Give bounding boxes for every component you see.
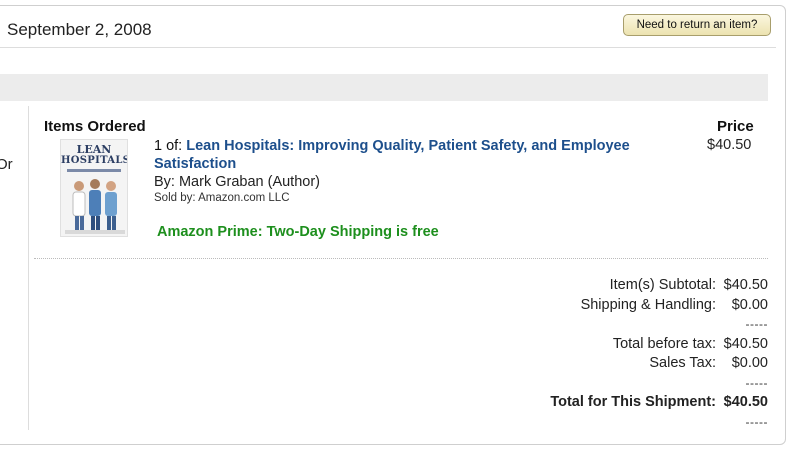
sales-tax-label: Sales Tax: xyxy=(649,355,716,371)
shipment-total-label: Total for This Shipment: xyxy=(550,394,716,410)
price-heading: Price xyxy=(717,118,754,135)
item-title-link[interactable]: Lean Hospitals: Improving Quality, Patie… xyxy=(154,138,630,172)
prime-shipping-note: Amazon Prime: Two-Day Shipping is free xyxy=(157,224,439,240)
order-date: September 2, 2008 xyxy=(7,20,152,39)
subtotal-row: Item(s) Subtotal: $40.50 xyxy=(470,276,768,296)
sales-tax-row: Sales Tax: $0.00 xyxy=(470,354,768,374)
item-title-line: 1 of: Lean Hospitals: Improving Quality,… xyxy=(154,137,634,173)
totals-separator: ----- xyxy=(745,317,768,331)
shipping-value: $0.00 xyxy=(731,296,768,313)
items-ordered-heading: Items Ordered xyxy=(44,118,146,135)
book-cover-image[interactable]: LEAN HOSPITALS xyxy=(60,139,128,237)
shipment-total-row: Total for This Shipment: $40.50 xyxy=(470,393,768,413)
cover-subtitle-bar xyxy=(67,169,121,172)
totals-separator: ----- xyxy=(745,414,768,429)
header-divider xyxy=(0,47,776,48)
items-totals-divider xyxy=(34,258,768,259)
before-tax-label: Total before tax: xyxy=(612,335,716,352)
before-tax-value: $40.50 xyxy=(723,335,768,352)
shipping-label: Shipping & Handling: xyxy=(580,296,716,313)
item-quantity: 1 of: xyxy=(154,138,183,154)
column-divider xyxy=(28,106,29,430)
item-price: $40.50 xyxy=(707,137,752,153)
cover-people-illustration xyxy=(65,179,125,234)
cover-title-line2: HOSPITALS xyxy=(61,155,128,166)
item-seller: Sold by: Amazon.com LLC xyxy=(154,192,290,204)
item-author: By: Mark Graban (Author) xyxy=(154,174,320,190)
shipment-total-value: $40.50 xyxy=(723,394,768,410)
left-column-text: Or xyxy=(0,156,13,173)
section-bar xyxy=(0,74,768,101)
before-tax-row: Total before tax: $40.50 xyxy=(470,335,768,355)
order-totals: Item(s) Subtotal: $40.50 Shipping & Hand… xyxy=(470,276,768,432)
totals-separator: ----- xyxy=(745,375,768,390)
subtotal-label: Item(s) Subtotal: xyxy=(609,277,716,293)
subtotal-value: $40.50 xyxy=(723,277,768,293)
shipping-row: Shipping & Handling: $0.00 xyxy=(470,296,768,316)
sales-tax-value: $0.00 xyxy=(731,355,768,371)
return-item-button[interactable]: Need to return an item? xyxy=(623,14,771,36)
